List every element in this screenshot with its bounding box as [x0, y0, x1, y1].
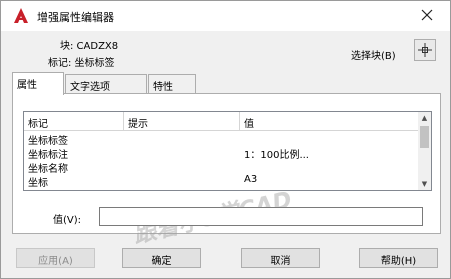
tag-label: 标记: 坐标标签 — [48, 58, 115, 69]
autocad-logo-icon — [14, 8, 28, 23]
tab-properties[interactable]: 特性 — [148, 74, 196, 94]
title-bar: 增强属性编辑器 — [1, 1, 450, 31]
tab-label: 属性 — [17, 80, 37, 91]
row-tag: 坐标标注 — [28, 150, 68, 161]
attribute-row[interactable]: 坐标标签 — [24, 131, 419, 147]
value-label: 值(V): — [53, 215, 82, 226]
apply-button[interactable]: 应用(A) — [16, 248, 95, 268]
scroll-down-icon[interactable]: ▼ — [418, 178, 431, 190]
row-value — [240, 159, 244, 174]
cancel-button[interactable]: 取消 — [241, 248, 320, 268]
tab-label: 文字选项 — [70, 82, 110, 93]
block-name-label: 块: CADZX8 — [60, 41, 119, 52]
enhanced-attribute-editor-window: 增强属性编辑器 块: CADZX8 标记: 坐标标签 选择块(B) 属性 文字选… — [0, 0, 451, 279]
close-icon[interactable] — [418, 6, 436, 24]
row-value: 1：100比例... — [244, 150, 309, 161]
attribute-row[interactable]: 坐标名称 — [24, 159, 419, 175]
crosshair-icon — [418, 43, 432, 57]
ok-button[interactable]: 确定 — [122, 248, 201, 268]
tab-attributes[interactable]: 属性 — [12, 72, 64, 95]
scroll-thumb[interactable] — [420, 126, 429, 148]
column-header-prompt[interactable]: 提示 — [124, 112, 240, 130]
tab-label: 特性 — [153, 82, 173, 93]
attribute-list[interactable]: 标记 提示 值 坐标标签 坐标标注 1：100比例... 坐标名称 坐标 A3 … — [23, 111, 432, 191]
value-input[interactable] — [99, 207, 423, 226]
row-tag: 坐标名称 — [28, 164, 68, 175]
window-title: 增强属性编辑器 — [37, 11, 114, 24]
attribute-list-header: 标记 提示 值 — [24, 112, 419, 131]
row-tag: 坐标 — [28, 178, 48, 189]
row-prompt — [124, 159, 128, 174]
row-prompt — [124, 173, 128, 188]
scroll-up-icon[interactable]: ▲ — [418, 112, 431, 124]
row-prompt — [124, 145, 128, 160]
attribute-row[interactable]: 坐标 A3 — [24, 173, 419, 189]
vertical-scrollbar[interactable]: ▲ ▼ — [418, 112, 431, 190]
column-header-value[interactable]: 值 — [240, 112, 419, 130]
row-prompt — [124, 131, 128, 146]
row-value — [240, 131, 244, 146]
row-value: A3 — [244, 174, 258, 185]
column-header-tag[interactable]: 标记 — [24, 112, 124, 130]
tab-text-options[interactable]: 文字选项 — [65, 74, 147, 94]
attribute-row[interactable]: 坐标标注 1：100比例... — [24, 145, 419, 161]
pick-block-button[interactable] — [414, 39, 436, 61]
row-tag: 坐标标签 — [28, 136, 68, 147]
select-block-button[interactable]: 选择块(B) — [351, 47, 396, 62]
help-button[interactable]: 帮助(H) — [359, 248, 438, 268]
